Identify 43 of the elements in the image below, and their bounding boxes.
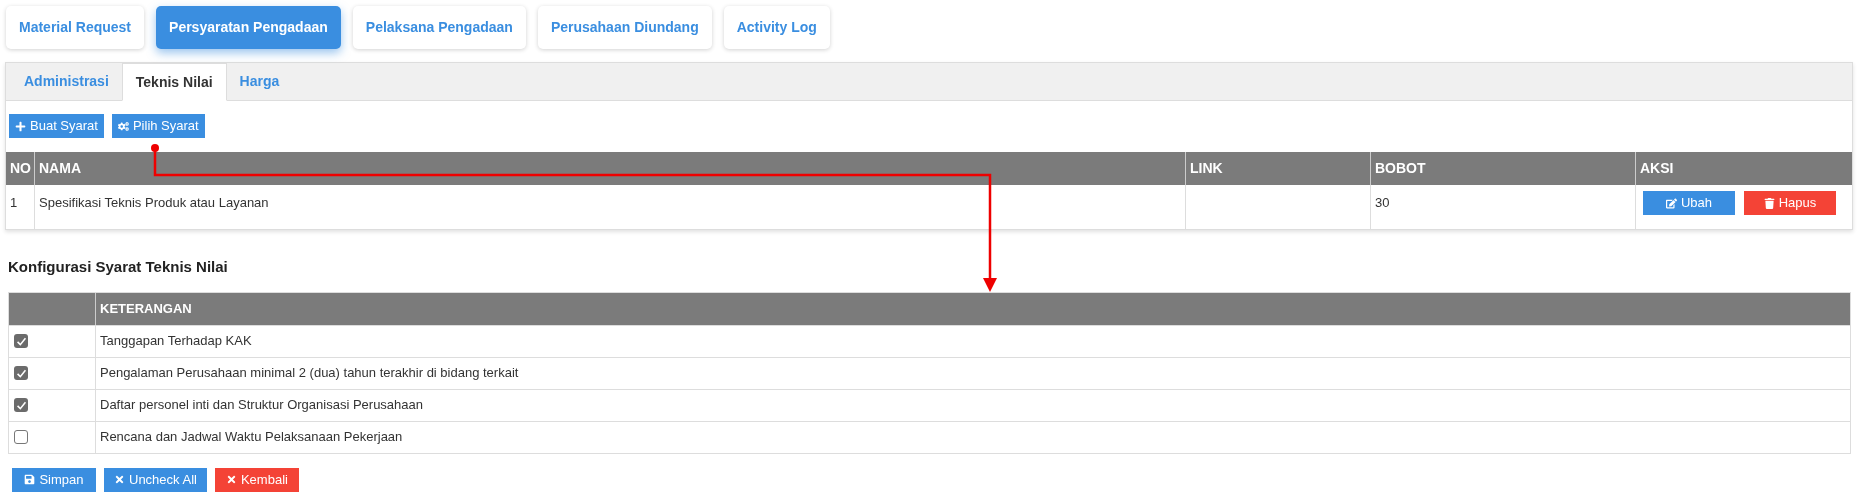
- nav-tab[interactable]: Perusahaan Diundang: [537, 6, 712, 49]
- column-header: NAMA: [34, 152, 1185, 185]
- column-header: NO: [9, 159, 32, 178]
- delete-button[interactable]: Hapus: [1744, 191, 1836, 215]
- column-header: AKSI: [1635, 152, 1852, 185]
- close-icon: [114, 474, 125, 485]
- close-icon: [225, 474, 237, 485]
- table-cell: Tanggapan Terhadap KAK: [95, 325, 1850, 357]
- checkbox[interactable]: [14, 334, 28, 348]
- nav-tab[interactable]: Persyaratan Pengadaan: [156, 6, 341, 49]
- column-header: KETERANGAN: [95, 292, 1850, 325]
- edit-button[interactable]: Ubah: [1643, 191, 1735, 215]
- check-icon: [15, 367, 27, 379]
- edit-icon: [1665, 197, 1677, 209]
- table-cell: Spesifikasi Teknis Produk atau Layanan: [34, 185, 1185, 229]
- column-header: BOBOT: [1370, 152, 1635, 185]
- column-header: LINK: [1185, 152, 1370, 185]
- save-icon: [24, 474, 36, 485]
- nav-tab[interactable]: Pelaksana Pengadaan: [352, 6, 526, 49]
- trash-icon: [1763, 197, 1775, 209]
- table-cell: Daftar personel inti dan Struktur Organisasi Perusahaan: [95, 389, 1850, 421]
- checkbox[interactable]: [14, 366, 28, 380]
- checkbox[interactable]: [14, 398, 28, 412]
- create-button[interactable]: Buat Syarat: [9, 114, 104, 138]
- check-icon: [15, 399, 27, 411]
- table-cell: Rencana dan Jadwal Waktu Pelaksanaan Pekerjaan: [95, 421, 1850, 453]
- sub-tab[interactable]: Teknis Nilai: [121, 63, 227, 101]
- gears-icon: [117, 120, 129, 132]
- save-button[interactable]: Simpan: [12, 467, 96, 492]
- sub-tab[interactable]: Administrasi: [11, 62, 122, 100]
- nav-tab[interactable]: Material Request: [6, 6, 145, 49]
- section-title: Konfigurasi Syarat Teknis Nilai: [7, 257, 229, 277]
- choose-button[interactable]: Pilih Syarat: [111, 114, 205, 138]
- back-button[interactable]: Kembali: [214, 467, 299, 492]
- checkbox[interactable]: [14, 430, 28, 444]
- nav-tab[interactable]: Activity Log: [723, 6, 830, 49]
- check-icon: [15, 335, 27, 347]
- table-cell: 30: [1370, 185, 1635, 229]
- table-cell-text: 1: [9, 194, 19, 212]
- plus-icon: [15, 120, 26, 132]
- uncheck-all-button[interactable]: Uncheck All: [104, 467, 207, 492]
- table-cell: Pengalaman Perusahaan minimal 2 (dua) tahun terakhir di bidang terkait: [95, 357, 1850, 389]
- sub-tab[interactable]: Harga: [226, 62, 293, 100]
